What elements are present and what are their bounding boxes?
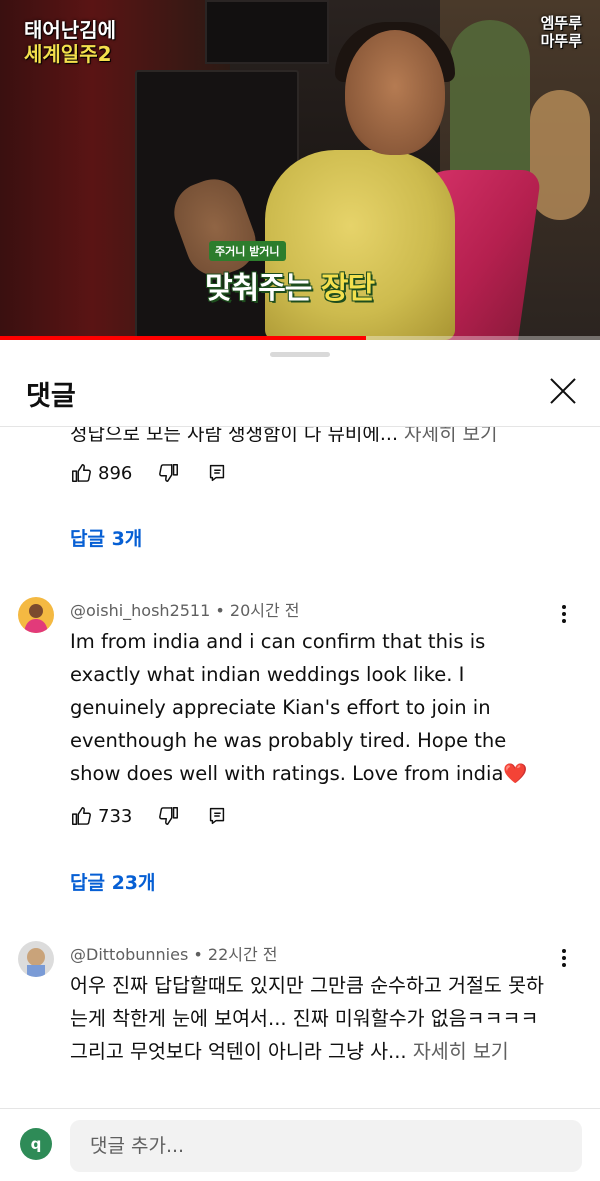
my-avatar: q [20,1128,52,1160]
comment-body-truncated: 그리고 무엇보다 억텐이 아니라 그냥 사... [70,1040,407,1063]
comment-composer: q [0,1108,600,1181]
show-logo: 태어난김에 세계일주2 [24,18,116,66]
comment-time: 20시간 전 [229,601,300,620]
avatar[interactable] [18,941,54,977]
video-caption: 주거니 받거니 맞춰주는 장단 [205,240,375,307]
dislike-button[interactable] [158,805,180,827]
close-button[interactable] [546,374,580,408]
add-comment-input[interactable] [70,1120,582,1172]
like-count: 896 [98,462,133,484]
comment-text: Im from india and i can confirm that thi… [70,625,550,790]
caption-main-b: 장단 [320,271,375,306]
heart-emoji: ❤️ [503,762,528,785]
dislike-button[interactable] [158,462,180,484]
like-count: 733 [98,805,133,827]
channel-logo: 엠뚜루 마뚜루 [541,14,582,50]
reply-button[interactable] [206,805,228,827]
sheet-drag-handle[interactable] [270,352,330,357]
thumbs-down-icon [158,462,180,484]
caption-main-a: 맞춰주는 [205,271,321,306]
reply-icon [206,805,228,827]
comment-body-line2: 그리고 무엇보다 억텐이 아니라 그냥 사... 자세히 보기 [70,1035,560,1068]
truncated-comment-body: 정답으로 모든 사람 생생함이 다 뮤비에... [70,427,398,445]
comments-sheet: 댓글 정답으로 모든 사람 생생함이 다 뮤비에... 자세히 보기 896 답… [0,340,600,1180]
comment-meta: @Dittobunnies • 22시간 전 [70,945,278,964]
comment-menu-button[interactable] [554,945,574,971]
comment-author[interactable]: @oishi_hosh2511 [70,601,210,620]
thumbs-up-icon [70,462,92,484]
channel-logo-line1: 엠뚜루 [540,14,582,32]
sheet-title: 댓글 [26,381,76,412]
reply-button[interactable] [206,462,228,484]
caption-main: 맞춰주는 장단 [205,263,375,307]
view-replies-button[interactable]: 답글 3개 [70,524,142,551]
video-speaker-top [205,0,329,64]
like-button[interactable]: 896 [70,462,132,484]
video-dancer-head [345,30,445,155]
like-button[interactable]: 733 [70,805,132,827]
channel-logo-line2: 마뚜루 [540,32,582,50]
view-replies-button[interactable]: 답글 23개 [70,868,156,895]
comment-list[interactable]: 정답으로 모든 사람 생생함이 다 뮤비에... 자세히 보기 896 답글 3… [0,427,600,1107]
truncated-comment-text: 정답으로 모든 사람 생생함이 다 뮤비에... 자세히 보기 [70,427,498,446]
read-more-link[interactable]: 자세히 보기 [413,1040,509,1063]
show-logo-line1: 태어난김에 [24,18,116,42]
avatar[interactable] [18,597,54,633]
comment-body: Im from india and i can confirm that thi… [70,630,507,785]
comment-author[interactable]: @Dittobunnies [70,945,188,964]
video-player[interactable]: 태어난김에 세계일주2 엠뚜루 마뚜루 주거니 받거니 맞춰주는 장단 [0,0,600,340]
comment-body-line1: 어우 진짜 답답할때도 있지만 그만큼 순수하고 거절도 못하는게 착한게 눈에… [70,974,544,1030]
thumbs-up-icon [70,805,92,827]
reply-icon [206,462,228,484]
show-logo-line2: 세계일주2 [24,42,112,66]
comment-text: 어우 진짜 답답할때도 있지만 그만큼 순수하고 거절도 못하는게 착한게 눈에… [70,969,560,1068]
read-more-link[interactable]: 자세히 보기 [404,427,497,445]
thumbs-down-icon [158,805,180,827]
caption-tag: 주거니 받거니 [209,241,286,261]
comment-menu-button[interactable] [554,601,574,627]
comment-meta: @oishi_hosh2511 • 20시간 전 [70,601,300,620]
comment-actions: 896 [70,458,254,488]
comment-time: 22시간 전 [207,945,278,964]
video-child [530,90,590,220]
comment-actions: 733 [70,801,254,831]
